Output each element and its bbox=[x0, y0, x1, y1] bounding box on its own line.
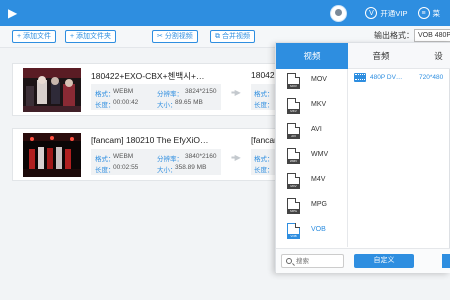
resolution-name: 480P DV… bbox=[370, 74, 403, 81]
size-label: 大小： bbox=[157, 167, 177, 174]
format-label: M4V bbox=[311, 176, 326, 183]
format-value: WEBM bbox=[113, 88, 134, 95]
file-card[interactable]: 180422+EXO-CBX+첸백시+… 格式： WEBM 分辨率： 3824*… bbox=[12, 63, 283, 116]
arrow-right-icon: ▪▪▶ bbox=[231, 153, 241, 162]
split-video-label: 分割视频 bbox=[164, 33, 193, 40]
format-value: WEBM bbox=[113, 153, 134, 160]
format-item-mpg[interactable]: MPG MPG bbox=[276, 194, 347, 219]
film-icon bbox=[354, 73, 366, 82]
add-file-button[interactable]: + 添加文件 bbox=[12, 30, 57, 43]
format-label: 格式： bbox=[95, 91, 115, 98]
menu-icon: ≡ bbox=[417, 7, 430, 19]
title-bar-actions: V 开通VIP ≡ 菜 bbox=[330, 3, 450, 23]
format-list: MOV MOV MKV MKV AVI AVI WMV WMV M4V M4V … bbox=[276, 69, 348, 247]
add-folder-button[interactable]: + 添加文件夹 bbox=[65, 30, 117, 43]
output-format-select[interactable]: VOB 480P bbox=[414, 29, 450, 42]
output-duration-label: 长度： bbox=[254, 167, 274, 174]
duration-value: 00:00:42 bbox=[113, 99, 139, 106]
panel-bottom-bar: 自定义 bbox=[276, 248, 450, 273]
tab-video[interactable]: 视频 bbox=[276, 43, 348, 69]
format-item-m4v[interactable]: M4V M4V bbox=[276, 169, 347, 194]
format-search bbox=[281, 254, 344, 268]
format-item-avi[interactable]: AVI AVI bbox=[276, 119, 347, 144]
vip-icon: V bbox=[365, 7, 378, 19]
file-title: 180422+EXO-CBX+첸백시+… bbox=[91, 71, 205, 81]
resolution-value: 3824*2150 bbox=[185, 88, 217, 95]
file-meta: 格式： WEBM 分辨率： 3840*2160 长度： 00:02:55 大小：… bbox=[91, 149, 221, 175]
format-item-wmv[interactable]: WMV WMV bbox=[276, 144, 347, 169]
menu-button[interactable]: ≡ 菜 bbox=[417, 7, 441, 19]
split-video-button[interactable]: ✂ 分割视频 bbox=[152, 30, 198, 43]
panel-scroll-handle[interactable] bbox=[442, 254, 450, 268]
file-meta: 格式： WEBM 分辨率： 3824*2150 长度： 00:00:42 大小：… bbox=[91, 84, 221, 110]
tab-audio[interactable]: 音频 bbox=[356, 43, 406, 69]
format-label: AVI bbox=[311, 126, 322, 133]
format-tabs: 视频 音频 设 bbox=[276, 43, 450, 69]
resolution-value: 3840*2160 bbox=[185, 153, 217, 160]
merge-video-button[interactable]: ⧉ 合并视频 bbox=[210, 30, 255, 43]
resolution-label: 分辨率： bbox=[157, 156, 183, 163]
video-thumbnail bbox=[23, 68, 81, 112]
menu-label: 菜 bbox=[432, 8, 441, 18]
output-format-label: 输出格式： bbox=[374, 31, 414, 40]
size-value: 358.89 MB bbox=[175, 164, 207, 171]
add-file-label: 添加文件 bbox=[23, 33, 52, 40]
open-vip-label: 开通VIP bbox=[380, 8, 408, 18]
format-item-mov[interactable]: MOV MOV bbox=[276, 69, 347, 94]
format-label: MKV bbox=[311, 101, 327, 108]
add-folder-label: 添加文件夹 bbox=[76, 33, 112, 40]
output-format-label: 格式： bbox=[254, 156, 274, 163]
avatar[interactable] bbox=[330, 4, 348, 22]
format-item-vob[interactable]: VOB VOB bbox=[276, 219, 347, 244]
mpg-file-icon: MPG bbox=[287, 198, 300, 214]
open-vip-button[interactable]: V 开通VIP bbox=[365, 7, 408, 19]
file-card[interactable]: [fancam] 180210 The EfyXiO… 格式： WEBM 分辨率… bbox=[12, 128, 283, 181]
duration-label: 长度： bbox=[95, 167, 115, 174]
format-item-mkv[interactable]: MKV MKV bbox=[276, 94, 347, 119]
vob-file-icon: VOB bbox=[287, 223, 300, 239]
mov-file-icon: MOV bbox=[287, 73, 300, 89]
size-value: 89.65 MB bbox=[175, 99, 203, 106]
format-label: WMV bbox=[311, 151, 329, 158]
tab-device[interactable]: 设 bbox=[426, 43, 450, 69]
output-duration-label: 长度： bbox=[254, 102, 274, 109]
format-label: MPG bbox=[311, 201, 327, 208]
size-label: 大小： bbox=[157, 102, 177, 109]
resolution-size: 720*480 bbox=[419, 74, 444, 81]
duration-label: 长度： bbox=[95, 102, 115, 109]
format-label: VOB bbox=[311, 226, 326, 233]
arrow-right-icon: ▪▪▶ bbox=[231, 88, 241, 97]
merge-video-label: 合并视频 bbox=[221, 33, 250, 40]
title-bar: ▶ V 开通VIP ≡ 菜 bbox=[0, 0, 450, 26]
format-label: 格式： bbox=[95, 156, 115, 163]
wmv-file-icon: WMV bbox=[287, 148, 300, 164]
mkv-file-icon: MKV bbox=[287, 98, 300, 114]
app-logo-icon: ▶ bbox=[8, 6, 18, 20]
custom-button[interactable]: 自定义 bbox=[354, 254, 414, 268]
file-title: [fancam] 180210 The EfyXiO… bbox=[91, 135, 209, 145]
search-input[interactable] bbox=[296, 256, 342, 266]
output-format-label: 格式： bbox=[254, 91, 274, 98]
resolution-option[interactable]: 480P DV… 720*480 bbox=[349, 71, 450, 86]
m4v-file-icon: M4V bbox=[287, 173, 300, 189]
resolution-label: 分辨率： bbox=[157, 91, 183, 98]
format-label: MOV bbox=[311, 76, 327, 83]
video-thumbnail bbox=[23, 133, 81, 177]
output-format-panel: 视频 音频 设 MOV MOV MKV MKV AVI AVI WMV WMV … bbox=[275, 42, 450, 273]
avi-file-icon: AVI bbox=[287, 123, 300, 139]
duration-value: 00:02:55 bbox=[113, 164, 139, 171]
search-icon bbox=[286, 258, 292, 264]
